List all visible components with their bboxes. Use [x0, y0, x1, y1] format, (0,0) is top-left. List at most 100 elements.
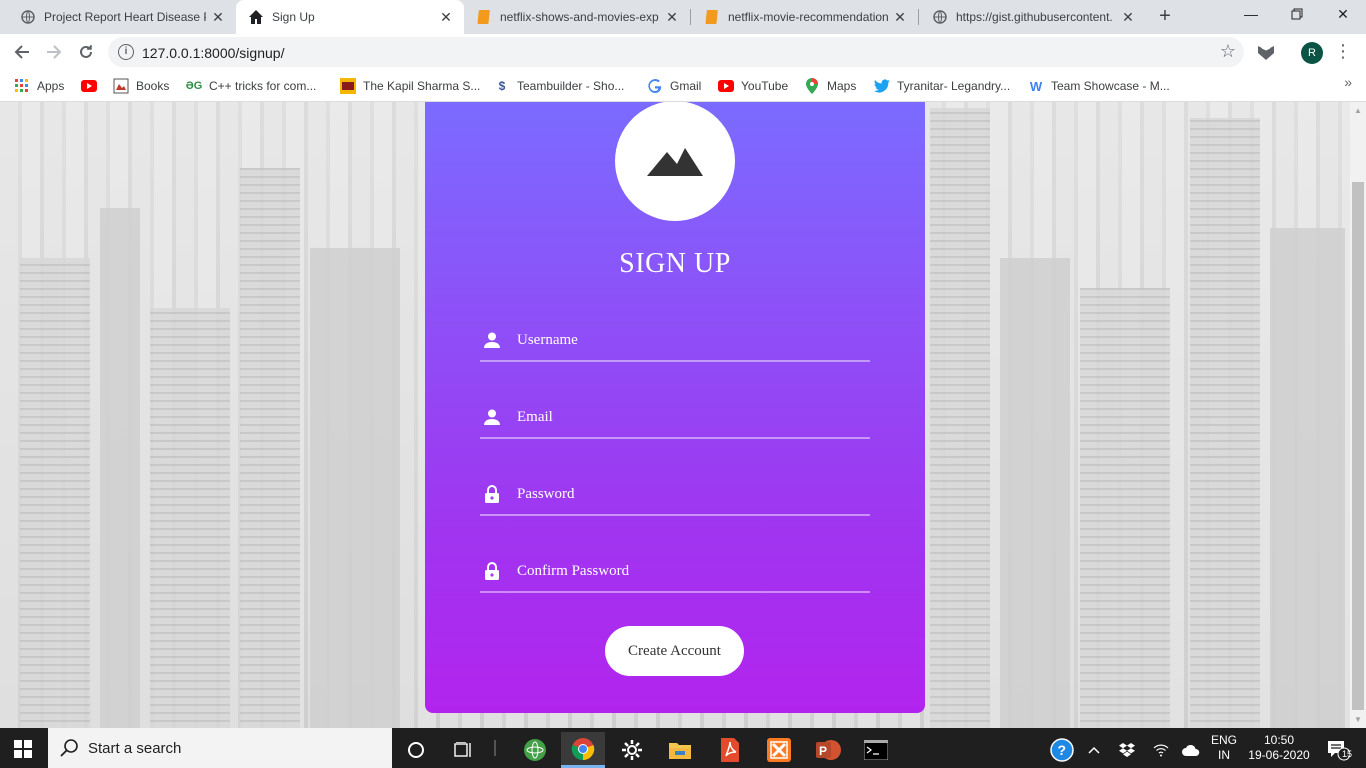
youtube-icon — [81, 78, 97, 94]
tab-sign-up[interactable]: Sign Up ✕ — [236, 0, 464, 34]
terminal-icon[interactable] — [854, 732, 898, 768]
background-building — [1080, 288, 1170, 728]
tab-separator — [918, 9, 919, 25]
wifi-icon[interactable] — [1146, 732, 1176, 768]
close-icon[interactable]: ✕ — [892, 9, 908, 26]
language-code: ENG — [1210, 733, 1237, 747]
address-bar-url[interactable]: 127.0.0.1:8000/signup/ — [142, 45, 284, 61]
bookmark-gmail[interactable]: Gmail — [647, 76, 701, 96]
scroll-down-icon[interactable]: ▼ — [1354, 715, 1362, 724]
tab-netflix-shows[interactable]: netflix-shows-and-movies-exp ✕ — [464, 0, 690, 34]
bookmark-cpp-tricks[interactable]: ƏG C++ tricks for com... — [185, 76, 317, 96]
tab-project-report[interactable]: Project Report Heart Disease P ✕ — [8, 0, 236, 34]
confirm-password-input[interactable] — [517, 562, 870, 580]
forward-button[interactable] — [40, 38, 68, 66]
bookmark-tyranitar[interactable]: Tyranitar- Legandry... — [874, 76, 1010, 96]
task-view-icon[interactable] — [441, 732, 485, 768]
tab-title: Project Report Heart Disease P — [44, 10, 206, 24]
background-building — [1190, 118, 1260, 728]
bookmark-label: Apps — [37, 79, 65, 93]
help-icon[interactable]: ? — [1040, 732, 1084, 768]
username-input[interactable] — [517, 331, 870, 349]
scrollbar-thumb[interactable] — [1352, 182, 1364, 710]
back-button[interactable] — [8, 38, 36, 66]
bookmark-label: The Kapil Sharma S... — [363, 79, 481, 93]
bookmark-youtube[interactable]: YouTube — [718, 76, 788, 96]
scroll-up-icon[interactable]: ▲ — [1354, 106, 1362, 115]
chrome-app-icon[interactable] — [561, 732, 605, 768]
tray-chevron-up-icon[interactable] — [1080, 732, 1108, 768]
windows-start-icon[interactable] — [14, 740, 32, 758]
clock-date: 19-06-2020 — [1248, 748, 1310, 762]
close-icon[interactable]: ✕ — [210, 9, 226, 26]
apps-grid-icon — [14, 78, 30, 94]
twitter-icon — [874, 78, 890, 94]
file-explorer-icon[interactable] — [658, 732, 702, 768]
mountain-icon — [647, 144, 703, 179]
cortana-icon[interactable] — [394, 732, 438, 768]
powerpoint-icon[interactable]: P — [806, 732, 850, 768]
tab-title: https://gist.githubusercontent. — [956, 10, 1113, 24]
signup-card: SIGN UP Create Account — [425, 102, 925, 713]
maps-pin-icon — [804, 78, 820, 94]
search-icon — [60, 738, 80, 758]
bookmark-label: Tyranitar- Legandry... — [897, 79, 1011, 93]
user-icon — [483, 331, 501, 349]
clock-time: 10:50 — [1263, 733, 1295, 747]
onedrive-cloud-icon[interactable] — [1176, 732, 1206, 768]
bookmarks-overflow-icon[interactable]: » — [1344, 74, 1352, 90]
dropbox-icon[interactable] — [1112, 732, 1142, 768]
taskbar-search-box[interactable]: Start a search — [48, 728, 392, 768]
close-icon[interactable]: ✕ — [1120, 9, 1136, 26]
browser-toolbar: i 127.0.0.1:8000/signup/ ☆ — [0, 34, 1366, 70]
pdf-reader-icon[interactable] — [708, 732, 752, 768]
close-icon[interactable]: ✕ — [438, 9, 454, 26]
restore-button[interactable] — [1274, 0, 1320, 30]
bookmark-label: Maps — [827, 79, 857, 93]
create-account-button[interactable]: Create Account — [605, 626, 744, 676]
close-window-button[interactable]: ✕ — [1320, 0, 1366, 30]
bookmark-youtube-icon-only[interactable] — [81, 76, 104, 96]
tab-netflix-recommendation[interactable]: netflix-movie-recommendation ✕ — [692, 0, 918, 34]
tab-strip: Project Report Heart Disease P ✕ Sign Up… — [0, 0, 1366, 34]
bookmark-label: C++ tricks for com... — [209, 79, 317, 93]
bookmark-maps[interactable]: Maps — [804, 76, 856, 96]
bookmark-teambuilder[interactable]: $ Teambuilder - Sho... — [494, 76, 625, 96]
settings-gear-icon[interactable] — [610, 732, 654, 768]
menu-kebab-icon[interactable]: ⋮ — [1334, 40, 1352, 64]
gfg-icon: ƏG — [185, 80, 203, 92]
minimize-button[interactable]: — — [1228, 0, 1274, 30]
bookmark-kapil-sharma[interactable]: The Kapil Sharma S... — [340, 76, 480, 96]
bookmark-apps[interactable]: Apps — [14, 76, 64, 96]
notification-center-icon[interactable]: 15 — [1318, 732, 1358, 768]
address-bar[interactable]: i 127.0.0.1:8000/signup/ ☆ — [108, 37, 1244, 67]
page-title: SIGN UP — [619, 248, 731, 279]
info-icon[interactable]: i — [118, 44, 134, 60]
password-input[interactable] — [517, 485, 870, 503]
language-indicator[interactable]: ENG IN — [1208, 733, 1240, 763]
page-scrollbar[interactable]: ▲ ▼ — [1350, 102, 1366, 728]
reload-button[interactable] — [72, 38, 100, 66]
clock[interactable]: 10:50 19-06-2020 — [1248, 733, 1310, 763]
bookmark-books[interactable]: Books — [113, 76, 169, 96]
new-tab-button[interactable]: + — [1152, 4, 1178, 30]
close-icon[interactable]: ✕ — [664, 9, 680, 26]
books-icon — [113, 78, 129, 94]
home-icon — [248, 9, 264, 25]
profile-avatar[interactable]: R — [1301, 42, 1323, 64]
email-field — [480, 397, 870, 439]
atom-app-icon[interactable] — [513, 732, 557, 768]
xampp-icon[interactable] — [757, 732, 801, 768]
email-input[interactable] — [517, 408, 870, 426]
bookmark-label: Gmail — [670, 79, 702, 93]
bookmark-team-showcase[interactable]: W Team Showcase - M... — [1028, 76, 1170, 96]
confirm-password-field — [480, 551, 870, 593]
background-building — [930, 108, 990, 728]
background-building — [1270, 228, 1345, 728]
notification-count-badge: 15 — [1342, 749, 1353, 759]
youtube-icon — [718, 78, 734, 94]
extension-shield-icon[interactable] — [1256, 42, 1276, 62]
bookmark-star-icon[interactable]: ☆ — [1220, 41, 1236, 62]
background-building — [20, 258, 90, 728]
tab-gist[interactable]: https://gist.githubusercontent. ✕ — [920, 0, 1146, 34]
